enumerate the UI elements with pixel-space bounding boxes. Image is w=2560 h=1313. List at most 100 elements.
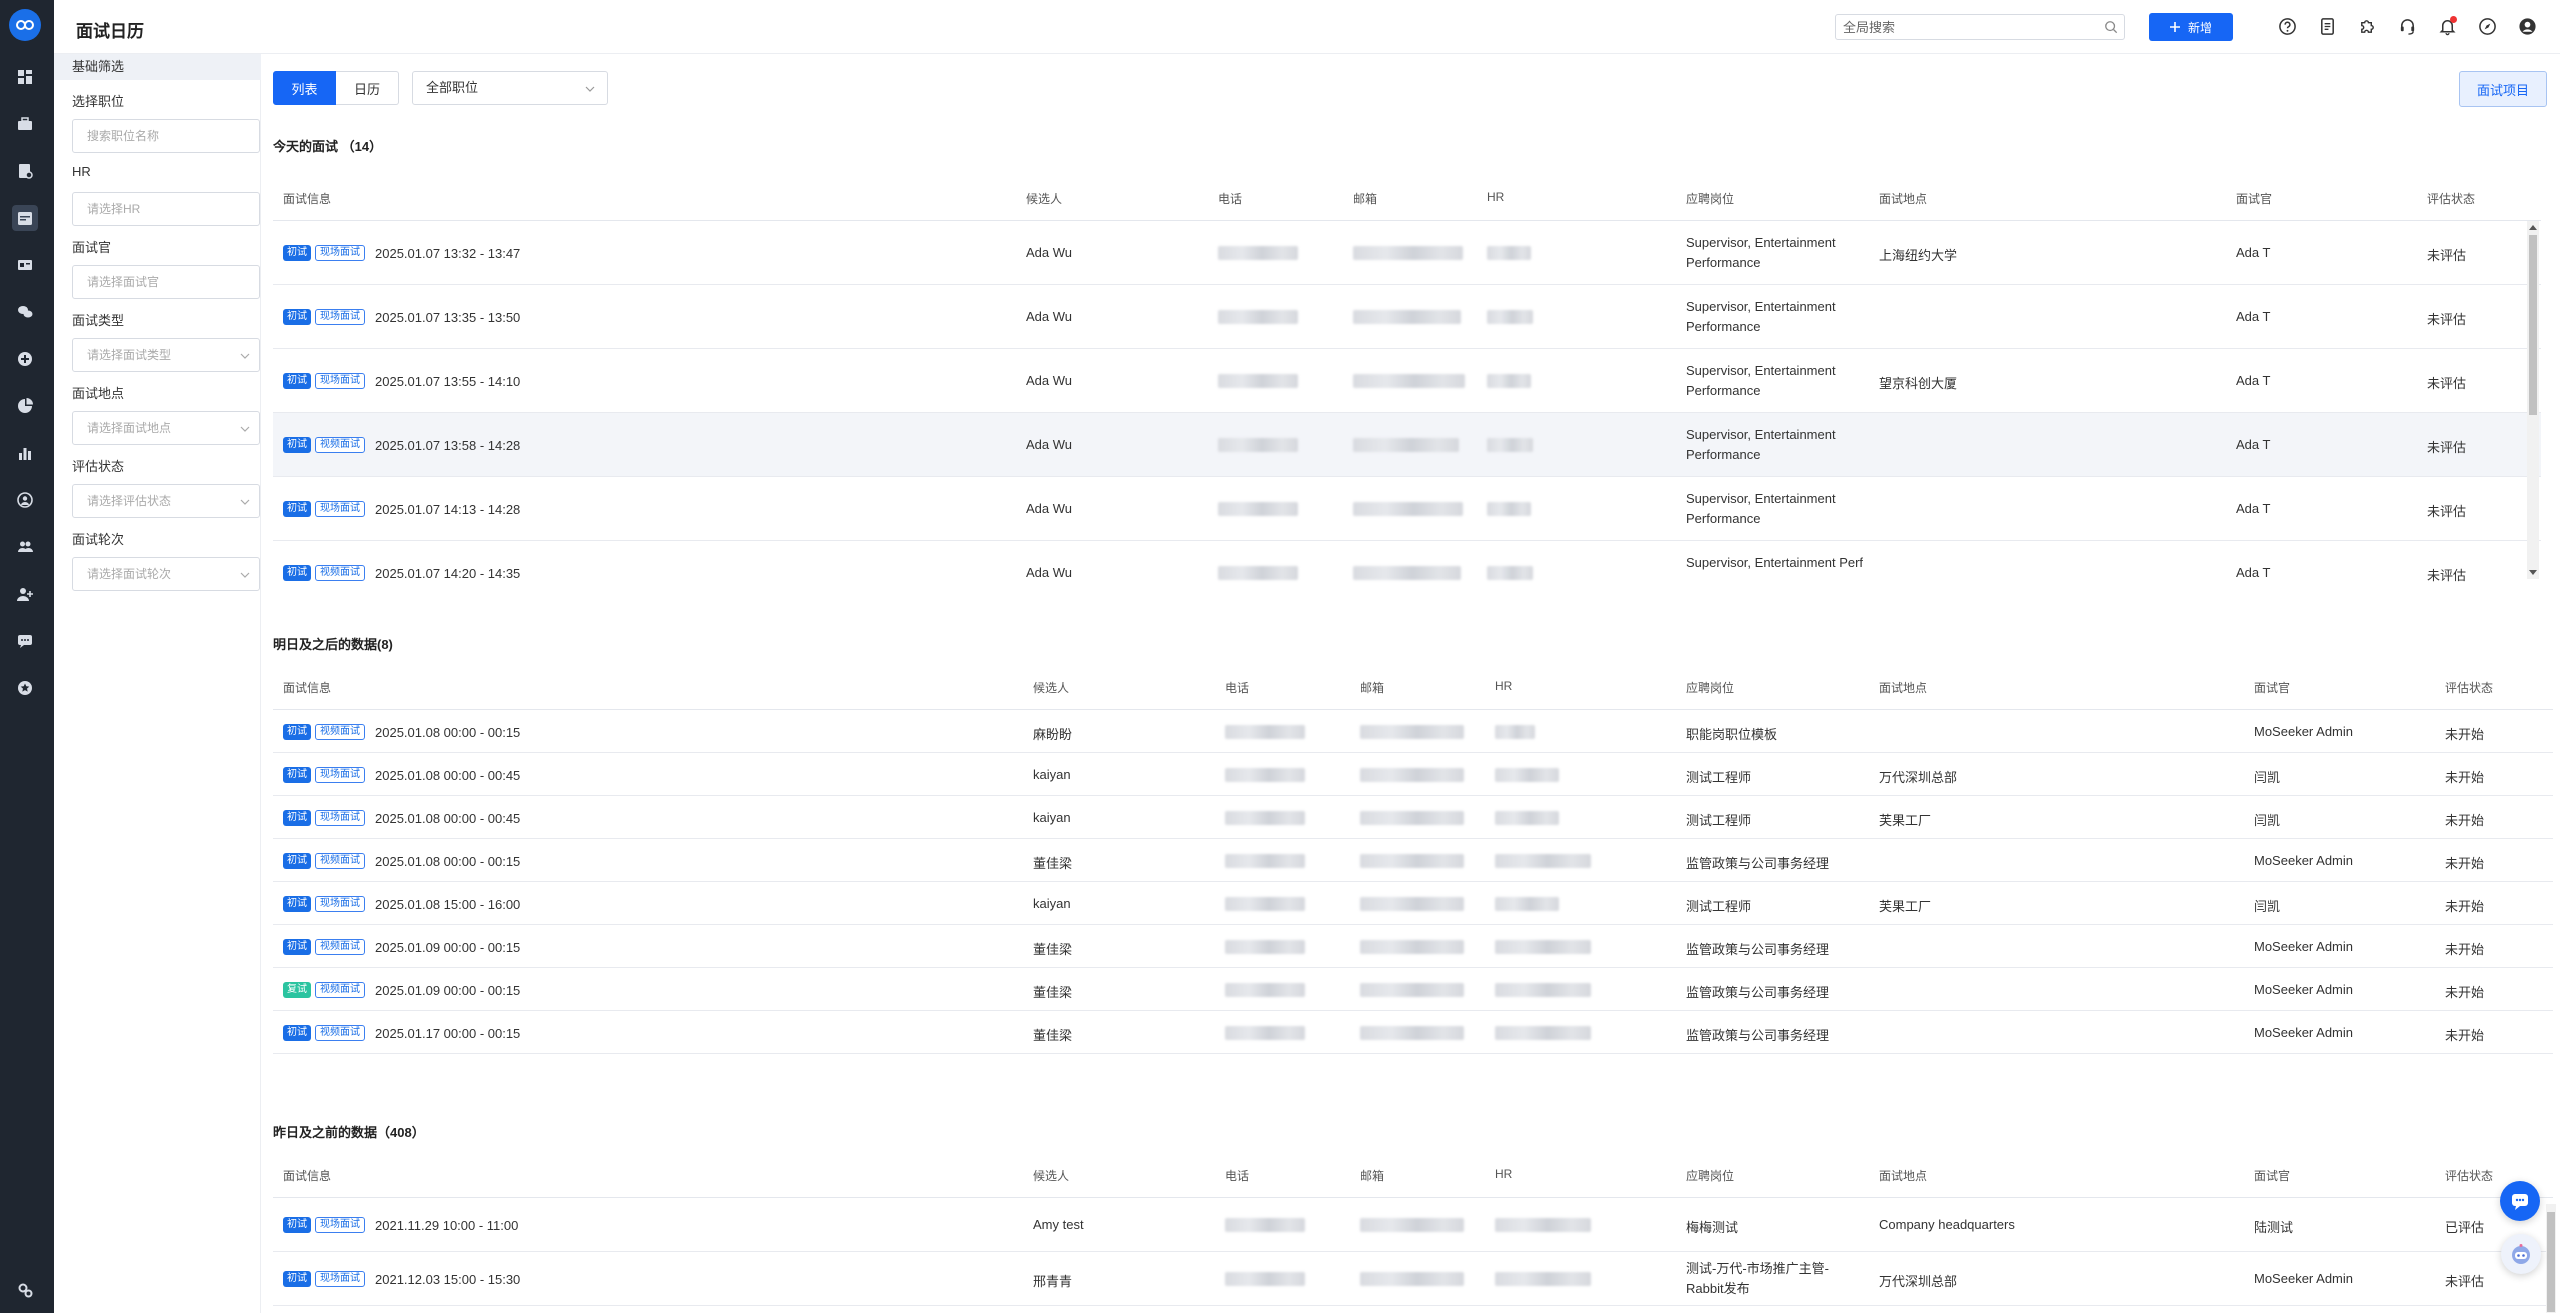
candidate-name[interactable]: 董佳梁 xyxy=(1033,939,1072,958)
filter-input[interactable]: 搜索职位名称 xyxy=(72,119,260,153)
table-row[interactable]: 初试 现场面试 2025.01.08 15:00 - 16:00 kaiyan 测试工程… xyxy=(273,882,2553,925)
mode-badge: 视频面试 xyxy=(315,565,365,581)
table-row[interactable]: 初试 现场面试 2021.12.03 15:00 - 15:30 邢青青 测试-万代-市… xyxy=(273,1252,2553,1306)
pie-chart-icon[interactable] xyxy=(12,393,38,419)
candidate-name[interactable]: Ada Wu xyxy=(1026,309,1072,324)
user-icon[interactable] xyxy=(2516,15,2538,37)
help-icon[interactable] xyxy=(2276,15,2298,37)
candidate-name[interactable]: kaiyan xyxy=(1033,896,1071,911)
bar-chart-icon[interactable] xyxy=(12,440,38,466)
column-header: 邮箱 xyxy=(1360,681,1385,695)
hr-redacted xyxy=(1495,1026,1591,1040)
table-row[interactable]: 初试 现场面试 2025.01.07 13:35 - 13:50 Ada Wu Supe… xyxy=(273,285,2541,349)
candidate-name[interactable]: kaiyan xyxy=(1033,767,1071,782)
search-input[interactable] xyxy=(1836,15,2086,39)
wechat-icon[interactable] xyxy=(12,299,38,325)
candidate-name[interactable]: Ada Wu xyxy=(1026,437,1072,452)
phone-redacted xyxy=(1225,725,1305,739)
phone-redacted xyxy=(1225,811,1305,825)
position-select[interactable]: 全部职位 xyxy=(412,71,608,105)
star-icon[interactable] xyxy=(12,675,38,701)
interview-project-button[interactable]: 面试项目 xyxy=(2459,71,2547,107)
mode-badge: 视频面试 xyxy=(315,1025,365,1041)
evaluation-status: 未开始 xyxy=(2445,1028,2485,1043)
message-icon[interactable] xyxy=(12,628,38,654)
table-row[interactable]: 初试 现场面试 2025.01.08 00:00 - 00:45 kaiyan 测试工程… xyxy=(273,796,2553,839)
dashboard-icon[interactable] xyxy=(12,64,38,90)
candidate-name[interactable]: Ada Wu xyxy=(1026,501,1072,516)
filter-input[interactable]: 请选择评估状态 xyxy=(72,484,260,518)
hr-redacted xyxy=(1495,1272,1591,1286)
tab-calendar[interactable]: 日历 xyxy=(336,71,399,105)
phone-redacted xyxy=(1218,502,1298,516)
column-header: 候选人 xyxy=(1026,192,1063,206)
mode-badge: 视频面试 xyxy=(315,853,365,869)
document-icon[interactable] xyxy=(2316,15,2338,37)
compass-icon[interactable] xyxy=(2476,15,2498,37)
table-row[interactable]: 复试 视频面试 2025.01.09 00:00 - 00:15 董佳梁 监管政策与公司… xyxy=(273,968,2553,1011)
email-redacted xyxy=(1353,374,1465,388)
global-search[interactable] xyxy=(1835,14,2125,40)
filter-input[interactable]: 请选择面试地点 xyxy=(72,411,260,445)
email-redacted xyxy=(1360,725,1464,739)
plus-circle-icon[interactable] xyxy=(12,346,38,372)
candidate-name[interactable]: 董佳梁 xyxy=(1033,982,1072,1001)
candidate-name[interactable]: 邢青青 xyxy=(1033,1271,1072,1290)
table-row[interactable]: 初试 现场面试 2025.01.07 14:13 - 14:28 Ada Wu Supe… xyxy=(273,477,2541,541)
calendar-icon[interactable] xyxy=(12,205,38,231)
headset-icon[interactable] xyxy=(2396,15,2418,37)
candidate-name[interactable]: kaiyan xyxy=(1033,810,1071,825)
scrollbar-thumb[interactable] xyxy=(2529,235,2537,415)
filter-input[interactable]: 请选择面试官 xyxy=(72,265,260,299)
resume-icon[interactable] xyxy=(12,158,38,184)
badge-icon[interactable] xyxy=(12,487,38,513)
candidate-name[interactable]: Ada Wu xyxy=(1026,373,1072,388)
filter-input[interactable]: 请选择HR xyxy=(72,192,260,226)
page-scrollbar-thumb[interactable] xyxy=(2547,1212,2555,1312)
round-badge: 初试 xyxy=(283,245,311,261)
app-logo[interactable] xyxy=(9,9,41,41)
applied-position: 测试-万代-市场推广主管-Rabbit发布 xyxy=(1686,1261,1829,1296)
tab-list[interactable]: 列表 xyxy=(273,71,336,105)
interview-location: 芙果工厂 xyxy=(1879,813,1932,828)
round-badge: 初试 xyxy=(283,1271,311,1287)
new-button-label: 新增 xyxy=(2187,20,2212,35)
candidate-name[interactable]: Amy test xyxy=(1033,1217,1084,1232)
page-scrollbar[interactable] xyxy=(2546,1204,2556,1313)
round-badge: 初试 xyxy=(283,1025,311,1041)
interview-info: 初试 视频面试 2025.01.07 13:58 - 14:28 xyxy=(283,437,520,453)
mode-badge: 视频面试 xyxy=(315,939,365,955)
table-row[interactable]: 初试 现场面试 2021.11.29 10:00 - 11:00 Amy test 梅梅… xyxy=(273,1198,2553,1252)
table-row[interactable]: 初试 视频面试 2025.01.09 00:00 - 00:15 董佳梁 监管政策与公司… xyxy=(273,925,2553,968)
bell-icon[interactable] xyxy=(2436,15,2458,37)
table-row[interactable]: 初试 现场面试 2025.01.07 13:32 - 13:47 Ada Wu Supe… xyxy=(273,221,2541,285)
candidate-name[interactable]: 董佳梁 xyxy=(1033,853,1072,872)
evaluation-status: 未开始 xyxy=(2445,813,2485,828)
table-row[interactable]: 初试 现场面试 2025.01.08 00:00 - 00:45 kaiyan 测试工程… xyxy=(273,753,2553,796)
chevron-down-icon xyxy=(240,426,250,432)
table-row[interactable]: 初试 视频面试 2025.01.08 00:00 - 00:15 麻盼盼 职能岗职位模板… xyxy=(273,710,2553,753)
table-row[interactable]: 初试 视频面试 2025.01.08 00:00 - 00:15 董佳梁 监管政策与公司… xyxy=(273,839,2553,882)
briefcase-icon[interactable] xyxy=(12,111,38,137)
puzzle-icon[interactable] xyxy=(2356,15,2378,37)
candidate-name[interactable]: 麻盼盼 xyxy=(1033,724,1072,743)
idcard-icon[interactable] xyxy=(12,252,38,278)
chat-float-button[interactable] xyxy=(2500,1181,2540,1221)
new-button[interactable]: 新增 xyxy=(2149,13,2233,41)
candidate-name[interactable]: Ada Wu xyxy=(1026,565,1072,580)
today-table-scrollbar[interactable] xyxy=(2527,221,2539,579)
interviewer: 陆测试 xyxy=(2254,1220,2294,1235)
users-icon[interactable] xyxy=(12,534,38,560)
filter-input[interactable]: 请选择面试轮次 xyxy=(72,557,260,591)
assistant-float-button[interactable] xyxy=(2501,1234,2541,1274)
filter-input[interactable]: 请选择面试类型 xyxy=(72,338,260,372)
table-row[interactable]: 初试 视频面试 2025.01.07 13:58 - 14:28 Ada Wu Supe… xyxy=(273,413,2541,477)
table-row[interactable]: 初试 视频面试 2025.01.17 00:00 - 00:15 董佳梁 监管政策与公司… xyxy=(273,1011,2553,1054)
table-row[interactable]: 初试 现场面试 2025.01.07 13:55 - 14:10 Ada Wu Supe… xyxy=(273,349,2541,413)
table-row[interactable]: 初试 视频面试 2025.01.07 14:20 - 14:35 Ada Wu Supe… xyxy=(273,541,2541,595)
user-add-icon[interactable] xyxy=(12,581,38,607)
search-icon[interactable] xyxy=(2104,20,2118,34)
settings-icon[interactable] xyxy=(12,1277,38,1303)
candidate-name[interactable]: Ada Wu xyxy=(1026,245,1072,260)
candidate-name[interactable]: 董佳梁 xyxy=(1033,1025,1072,1044)
